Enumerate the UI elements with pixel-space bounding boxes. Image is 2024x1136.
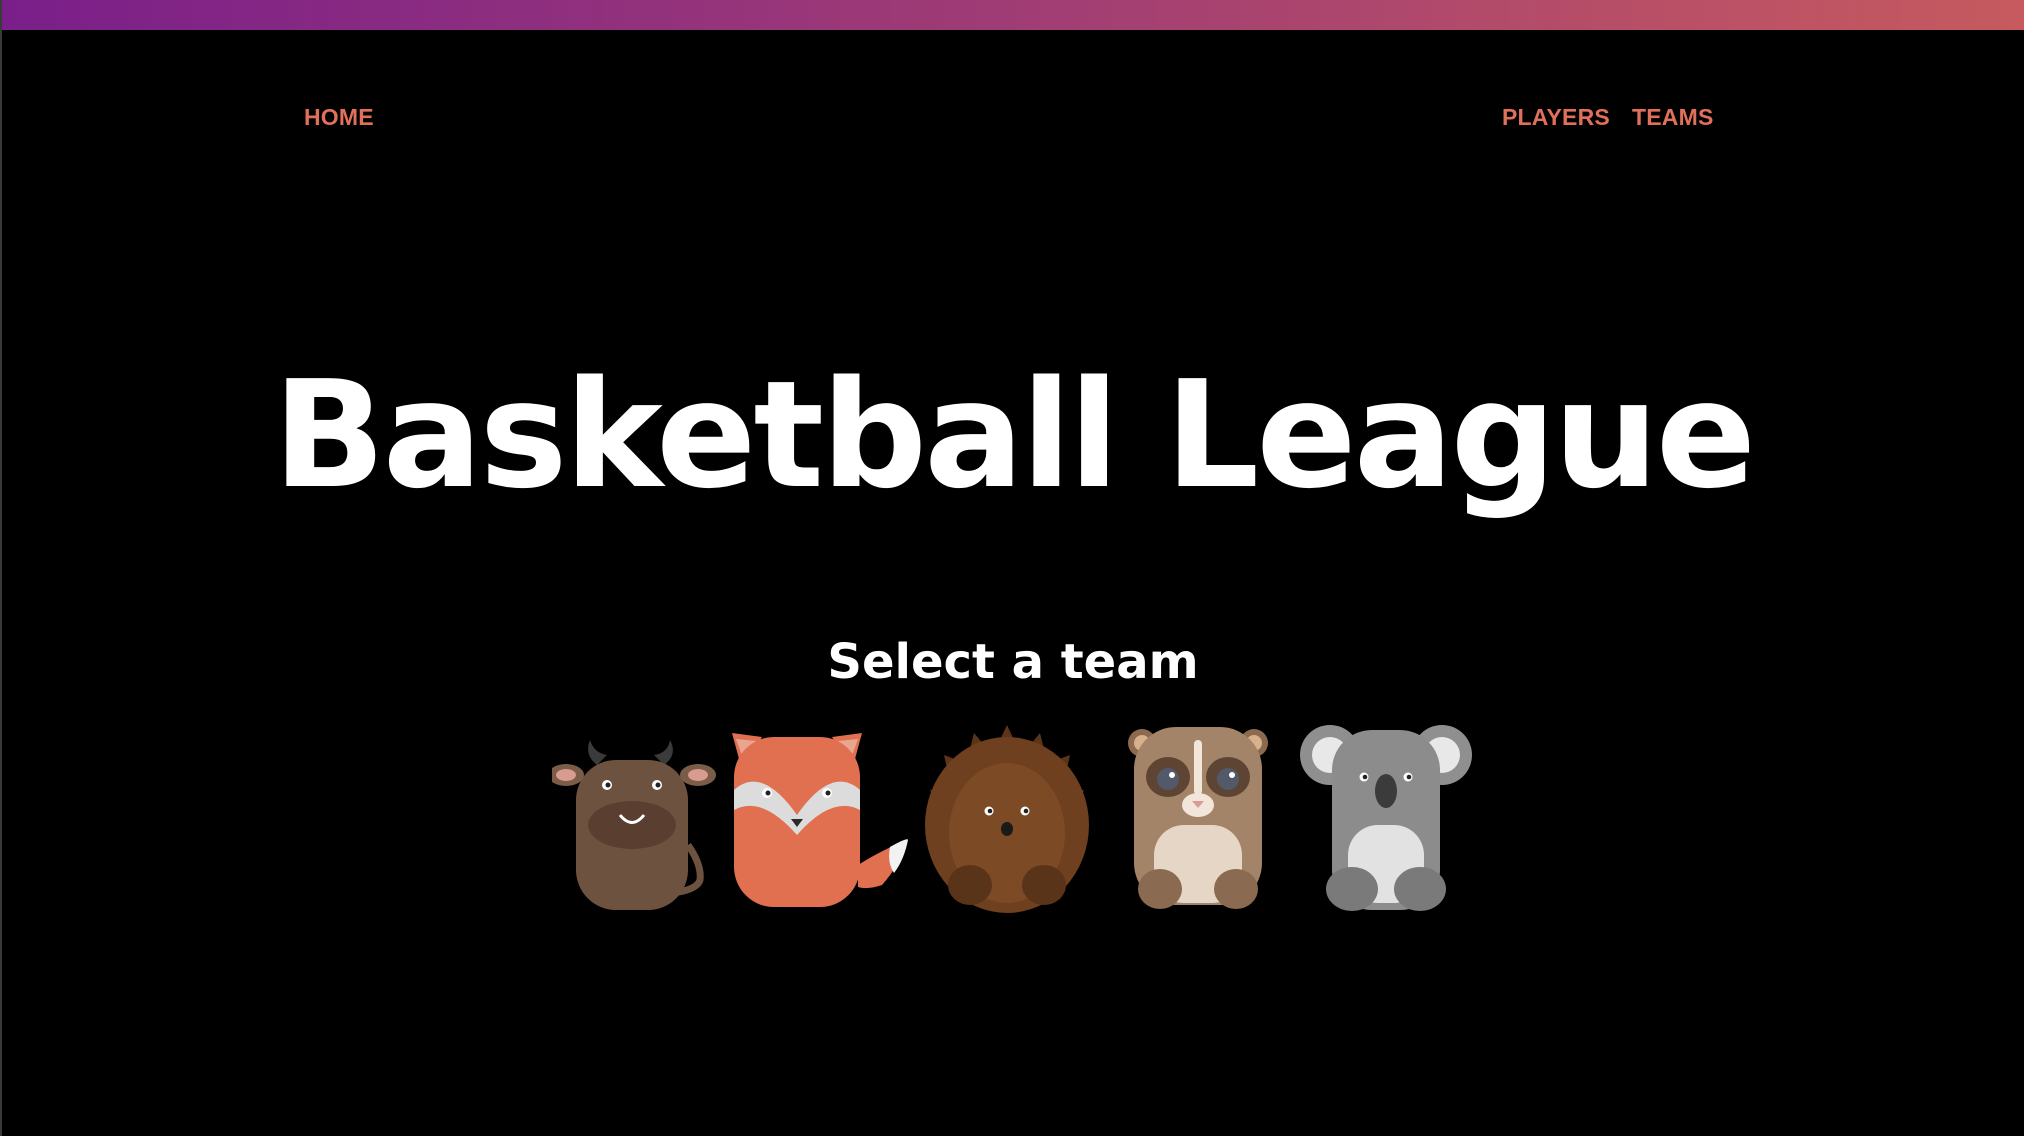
page-title: Basketball League [272,349,1756,521]
koala-icon [1300,725,1472,911]
nav-teams-link[interactable]: TEAMS [1632,104,1714,131]
fox-icon [732,733,908,907]
hedgehog-icon [925,725,1089,913]
page: HOME PLAYERS TEAMS Basketball League Sel… [0,0,2024,1136]
team-koala[interactable] [1298,715,1488,915]
bull-icon [552,740,716,910]
nav-players-link[interactable]: PLAYERS [1502,104,1610,131]
team-bull[interactable] [552,715,742,915]
top-gradient-bar [2,0,2024,30]
lemur-icon [1128,727,1268,909]
team-lemur[interactable] [1120,715,1310,915]
team-hedgehog[interactable] [914,715,1104,915]
nav-home-link[interactable]: HOME [304,104,374,131]
select-team-heading: Select a team [827,634,1199,690]
team-fox[interactable] [722,715,912,915]
